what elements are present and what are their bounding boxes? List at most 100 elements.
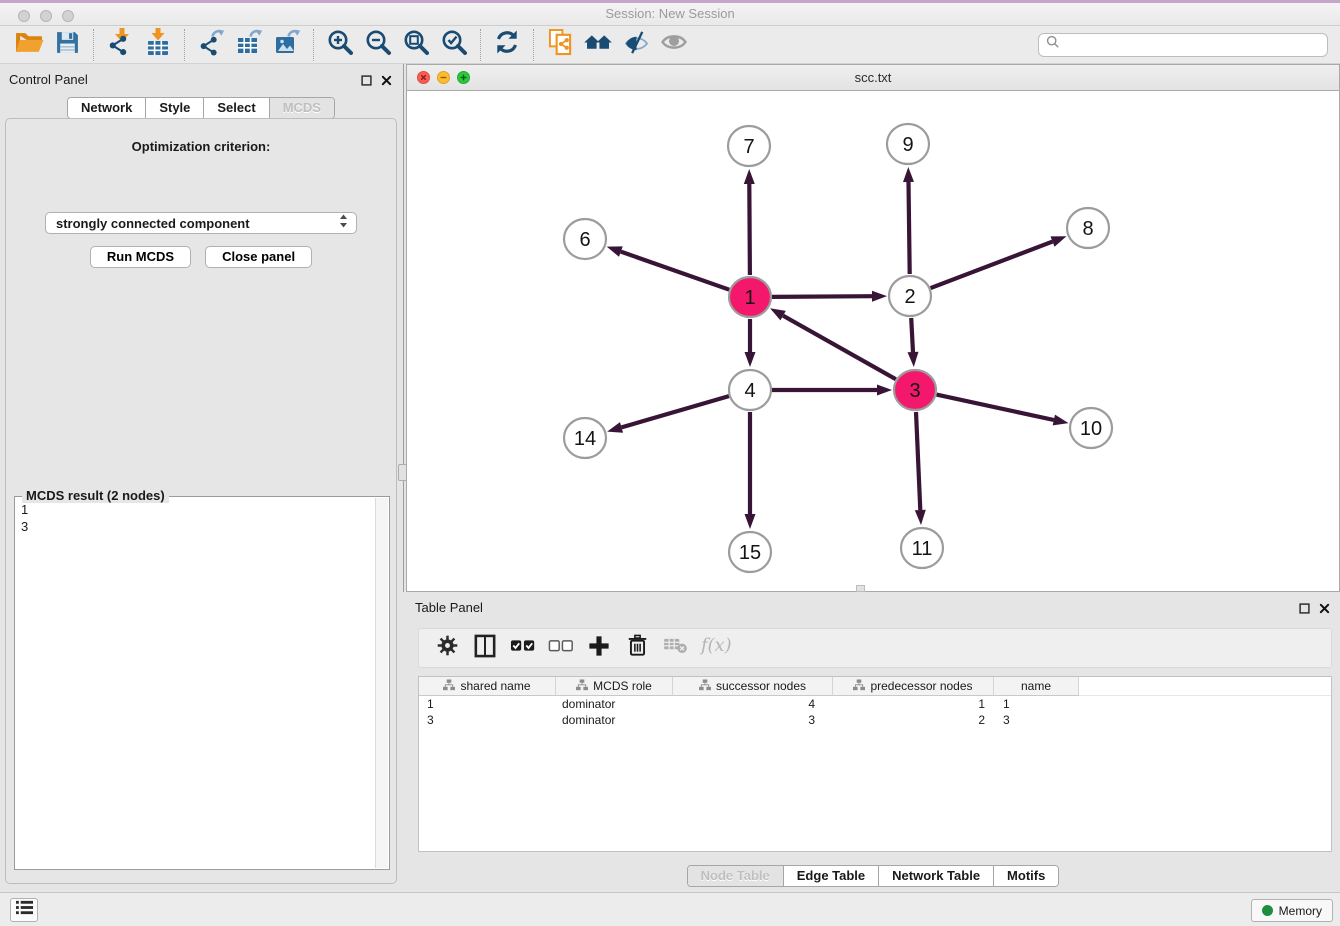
network-maximize-button[interactable] bbox=[457, 71, 470, 89]
run-mcds-button[interactable]: Run MCDS bbox=[90, 246, 191, 268]
column-header-predecessor-nodes[interactable]: predecessor nodes bbox=[833, 677, 994, 696]
edge-2-8[interactable] bbox=[931, 236, 1067, 288]
delete-column-button[interactable] bbox=[618, 630, 656, 666]
memory-button[interactable]: Memory bbox=[1251, 899, 1333, 922]
node-14[interactable]: 14 bbox=[564, 418, 606, 458]
zoom-window-button[interactable] bbox=[62, 10, 74, 22]
search-box[interactable] bbox=[1038, 33, 1328, 57]
tab-node-table[interactable]: Node Table bbox=[688, 866, 783, 886]
table-cell[interactable]: 2 bbox=[833, 713, 994, 727]
tab-network[interactable]: Network bbox=[68, 98, 145, 118]
unselect-all-button[interactable] bbox=[542, 630, 580, 666]
import-table-button[interactable] bbox=[139, 28, 177, 62]
toolbar-separator bbox=[533, 29, 534, 61]
column-header-shared-name[interactable]: shared name bbox=[419, 677, 556, 696]
table-cell[interactable]: 1 bbox=[994, 697, 1079, 711]
search-input[interactable] bbox=[1065, 37, 1320, 52]
tab-network-table[interactable]: Network Table bbox=[878, 866, 993, 886]
neighbors-button[interactable] bbox=[579, 28, 617, 62]
eye-disabled-button[interactable] bbox=[655, 28, 693, 62]
table-row[interactable]: 3dominator323 bbox=[419, 712, 1331, 728]
export-network-button[interactable] bbox=[192, 28, 230, 62]
node-9[interactable]: 9 bbox=[887, 124, 929, 164]
edge-4-3[interactable] bbox=[772, 385, 892, 396]
tab-mcds[interactable]: MCDS bbox=[269, 98, 334, 118]
node-10[interactable]: 10 bbox=[1070, 408, 1112, 448]
edge-3-1[interactable] bbox=[770, 308, 896, 379]
delete-table-button[interactable] bbox=[656, 630, 694, 666]
edge-3-11[interactable] bbox=[915, 412, 926, 525]
node-7[interactable]: 7 bbox=[728, 126, 770, 166]
float-panel-icon[interactable] bbox=[361, 73, 372, 91]
close-panel-icon[interactable] bbox=[381, 73, 392, 91]
memory-label: Memory bbox=[1279, 904, 1322, 918]
function-builder-button[interactable]: f(x) bbox=[694, 630, 738, 666]
node-15[interactable]: 15 bbox=[729, 532, 771, 572]
tab-motifs[interactable]: Motifs bbox=[993, 866, 1058, 886]
node-4[interactable]: 4 bbox=[729, 370, 771, 410]
table-cell[interactable]: 3 bbox=[673, 713, 833, 727]
close-panel-icon[interactable] bbox=[1319, 601, 1330, 619]
zoom-fit-button[interactable] bbox=[397, 28, 435, 62]
toggle-visibility-button[interactable] bbox=[617, 28, 655, 62]
node-8[interactable]: 8 bbox=[1067, 208, 1109, 248]
table-header-row: shared nameMCDS rolesuccessor nodesprede… bbox=[419, 677, 1331, 696]
save-session-button[interactable] bbox=[48, 28, 86, 62]
export-table-button[interactable] bbox=[230, 28, 268, 62]
table-cell[interactable]: 1 bbox=[833, 697, 994, 711]
edge-4-15[interactable] bbox=[745, 412, 756, 529]
tab-style[interactable]: Style bbox=[145, 98, 203, 118]
table-settings-button[interactable] bbox=[428, 630, 466, 666]
edge-2-3[interactable] bbox=[908, 318, 919, 367]
node-3[interactable]: 3 bbox=[894, 370, 936, 410]
table-cell[interactable]: dominator bbox=[556, 697, 673, 711]
edge-1-4[interactable] bbox=[745, 319, 756, 367]
add-column-button[interactable] bbox=[580, 630, 618, 666]
node-6[interactable]: 6 bbox=[564, 219, 606, 259]
open-file-button[interactable] bbox=[10, 28, 48, 62]
node-2[interactable]: 2 bbox=[889, 276, 931, 316]
show-panels-button[interactable] bbox=[10, 898, 38, 922]
network-minimize-button[interactable] bbox=[437, 71, 450, 89]
columns-button[interactable] bbox=[466, 630, 504, 666]
edge-1-6[interactable] bbox=[607, 246, 730, 289]
refresh-layout-button[interactable] bbox=[488, 28, 526, 62]
result-scrollbar[interactable] bbox=[375, 498, 388, 868]
close-window-button[interactable] bbox=[18, 10, 30, 22]
network-canvas[interactable]: 7 9 6 8 1 2 4 3 14 10 15 11 bbox=[407, 91, 1339, 591]
select-all-button[interactable] bbox=[504, 630, 542, 666]
table-cell[interactable]: 3 bbox=[419, 713, 556, 727]
edge-1-2[interactable] bbox=[772, 291, 887, 302]
edge-1-7[interactable] bbox=[744, 169, 755, 275]
edge-4-14[interactable] bbox=[607, 396, 729, 433]
import-network-button[interactable] bbox=[101, 28, 139, 62]
vertical-splitter[interactable] bbox=[403, 64, 404, 592]
zoom-out-button[interactable] bbox=[359, 28, 397, 62]
splitter-grip-horizontal[interactable] bbox=[856, 585, 865, 592]
table-toolbar: f(x) bbox=[418, 628, 1332, 668]
network-close-button[interactable] bbox=[417, 71, 430, 89]
zoom-in-button[interactable] bbox=[321, 28, 359, 62]
optimization-label: Optimization criterion: bbox=[6, 139, 396, 154]
table-row[interactable]: 1dominator411 bbox=[419, 696, 1331, 712]
node-1[interactable]: 1 bbox=[729, 277, 771, 317]
table-cell[interactable]: 1 bbox=[419, 697, 556, 711]
criterion-dropdown[interactable]: strongly connected component bbox=[45, 212, 357, 234]
close-panel-button[interactable]: Close panel bbox=[205, 246, 312, 268]
zoom-selected-button[interactable] bbox=[435, 28, 473, 62]
table-cell[interactable]: dominator bbox=[556, 713, 673, 727]
table-cell[interactable]: 4 bbox=[673, 697, 833, 711]
node-11[interactable]: 11 bbox=[901, 528, 943, 568]
tab-edge-table[interactable]: Edge Table bbox=[783, 866, 878, 886]
minimize-window-button[interactable] bbox=[40, 10, 52, 22]
edge-3-10[interactable] bbox=[937, 395, 1069, 426]
column-header-name[interactable]: name bbox=[994, 677, 1079, 696]
duplicate-network-button[interactable] bbox=[541, 28, 579, 62]
tab-select[interactable]: Select bbox=[203, 98, 268, 118]
column-header-MCDS-role[interactable]: MCDS role bbox=[556, 677, 673, 696]
column-header-successor-nodes[interactable]: successor nodes bbox=[673, 677, 833, 696]
edge-2-9[interactable] bbox=[903, 167, 914, 274]
export-image-button[interactable] bbox=[268, 28, 306, 62]
float-panel-icon[interactable] bbox=[1299, 601, 1310, 619]
table-cell[interactable]: 3 bbox=[994, 713, 1079, 727]
